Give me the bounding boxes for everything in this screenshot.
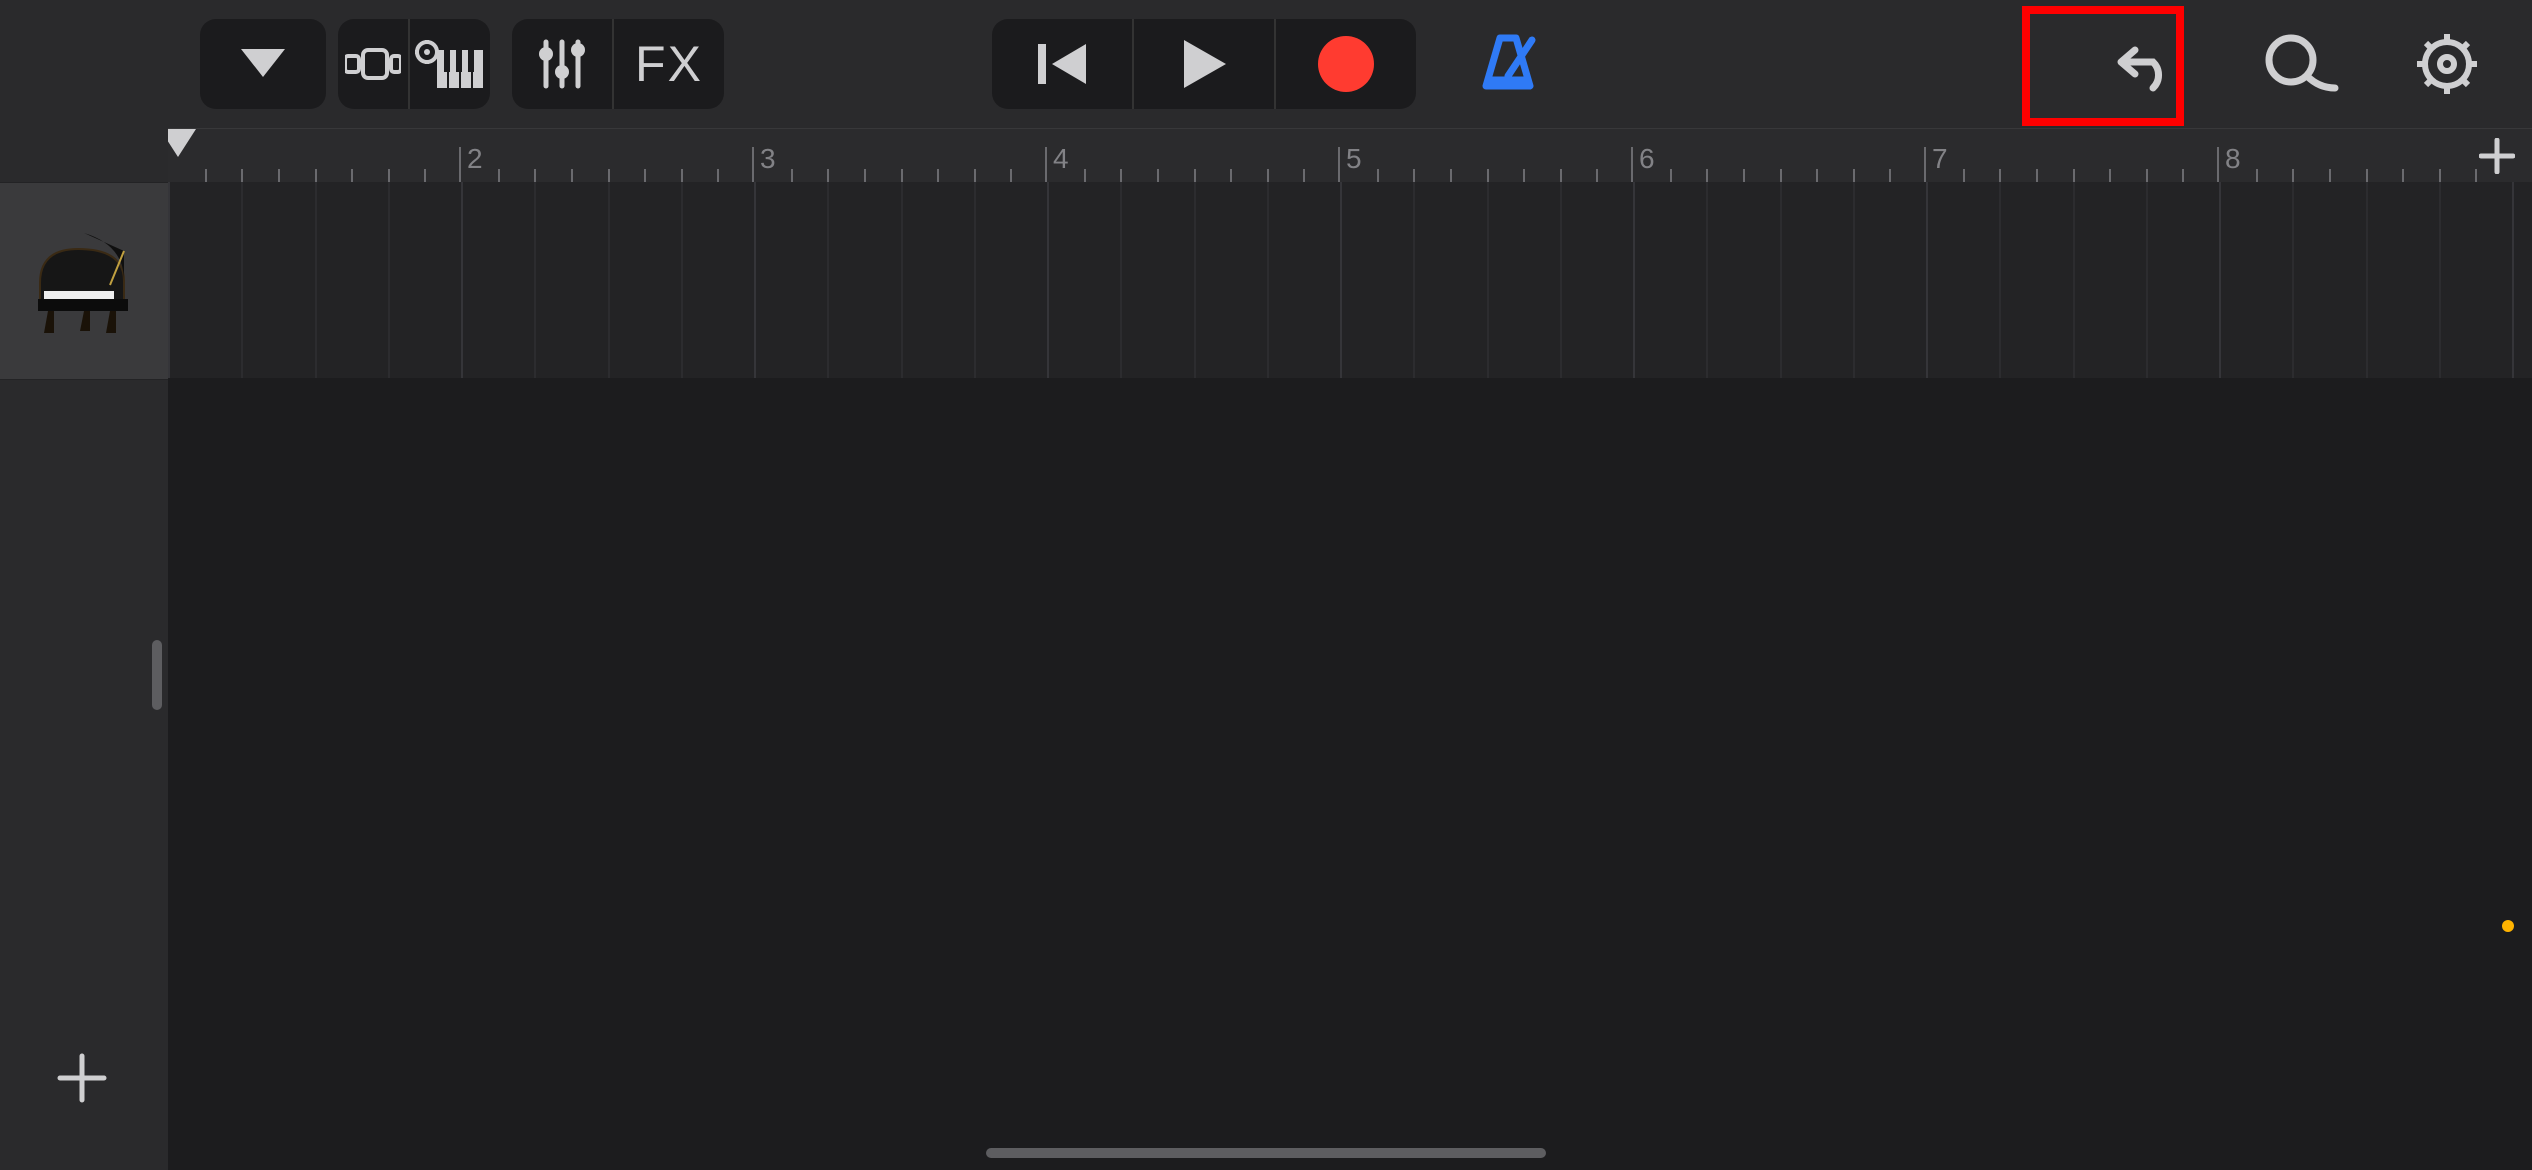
instrument-view-button[interactable] [410, 19, 490, 109]
toolbar-right-group [2102, 19, 2492, 109]
settings-button[interactable] [2402, 19, 2492, 109]
tracks-view-icon [345, 44, 401, 84]
fx-button[interactable]: FX [614, 19, 724, 109]
bar-number: 4 [1053, 143, 1069, 175]
loop-icon [2255, 34, 2339, 94]
metronome-icon [1476, 32, 1540, 92]
triangle-down-icon [241, 49, 285, 79]
toolbar-left-group: FX [200, 19, 736, 109]
bar-number: 3 [760, 143, 776, 175]
browser-button[interactable] [200, 19, 326, 109]
add-section-button[interactable] [2472, 131, 2522, 181]
bar-number: 8 [2225, 143, 2241, 175]
gear-icon [2415, 32, 2479, 96]
add-track-button[interactable] [50, 1046, 114, 1110]
scroll-thumb[interactable] [152, 640, 162, 710]
toolbar: FX [0, 0, 2532, 128]
bar-number: 2 [467, 143, 483, 175]
timeline[interactable] [168, 182, 2532, 1170]
plus-icon [2479, 138, 2515, 174]
bar-number: 7 [1932, 143, 1948, 175]
plus-icon [56, 1052, 108, 1104]
track-lane[interactable] [168, 182, 2532, 379]
metronome-button[interactable] [1476, 32, 1540, 97]
loop-button[interactable] [2252, 19, 2342, 109]
keyboard-gear-icon [415, 40, 485, 88]
sliders-icon [534, 36, 590, 92]
undo-icon [2115, 36, 2179, 92]
ruler[interactable]: 2 3 4 5 6 7 8 [168, 128, 2532, 183]
play-icon [1180, 38, 1228, 90]
track-controls-button[interactable] [512, 19, 614, 109]
mix-segmented: FX [512, 19, 724, 109]
skip-back-icon [1034, 40, 1090, 88]
tracks-view-button[interactable] [338, 19, 410, 109]
bar-number: 6 [1639, 143, 1655, 175]
transport-group [992, 19, 1540, 109]
play-button[interactable] [1134, 19, 1276, 109]
record-button[interactable] [1276, 19, 1416, 109]
fx-label: FX [635, 35, 703, 93]
privacy-indicator-dot [2502, 920, 2514, 932]
track-headers [0, 128, 168, 1170]
record-icon [1316, 34, 1376, 94]
track-header-piano[interactable] [0, 182, 168, 380]
go-to-start-button[interactable] [992, 19, 1134, 109]
piano-icon [24, 221, 144, 341]
view-mode-segmented [338, 19, 490, 109]
undo-button[interactable] [2102, 19, 2192, 109]
bar-number: 5 [1346, 143, 1362, 175]
home-indicator[interactable] [986, 1148, 1546, 1158]
transport-segmented [992, 19, 1416, 109]
